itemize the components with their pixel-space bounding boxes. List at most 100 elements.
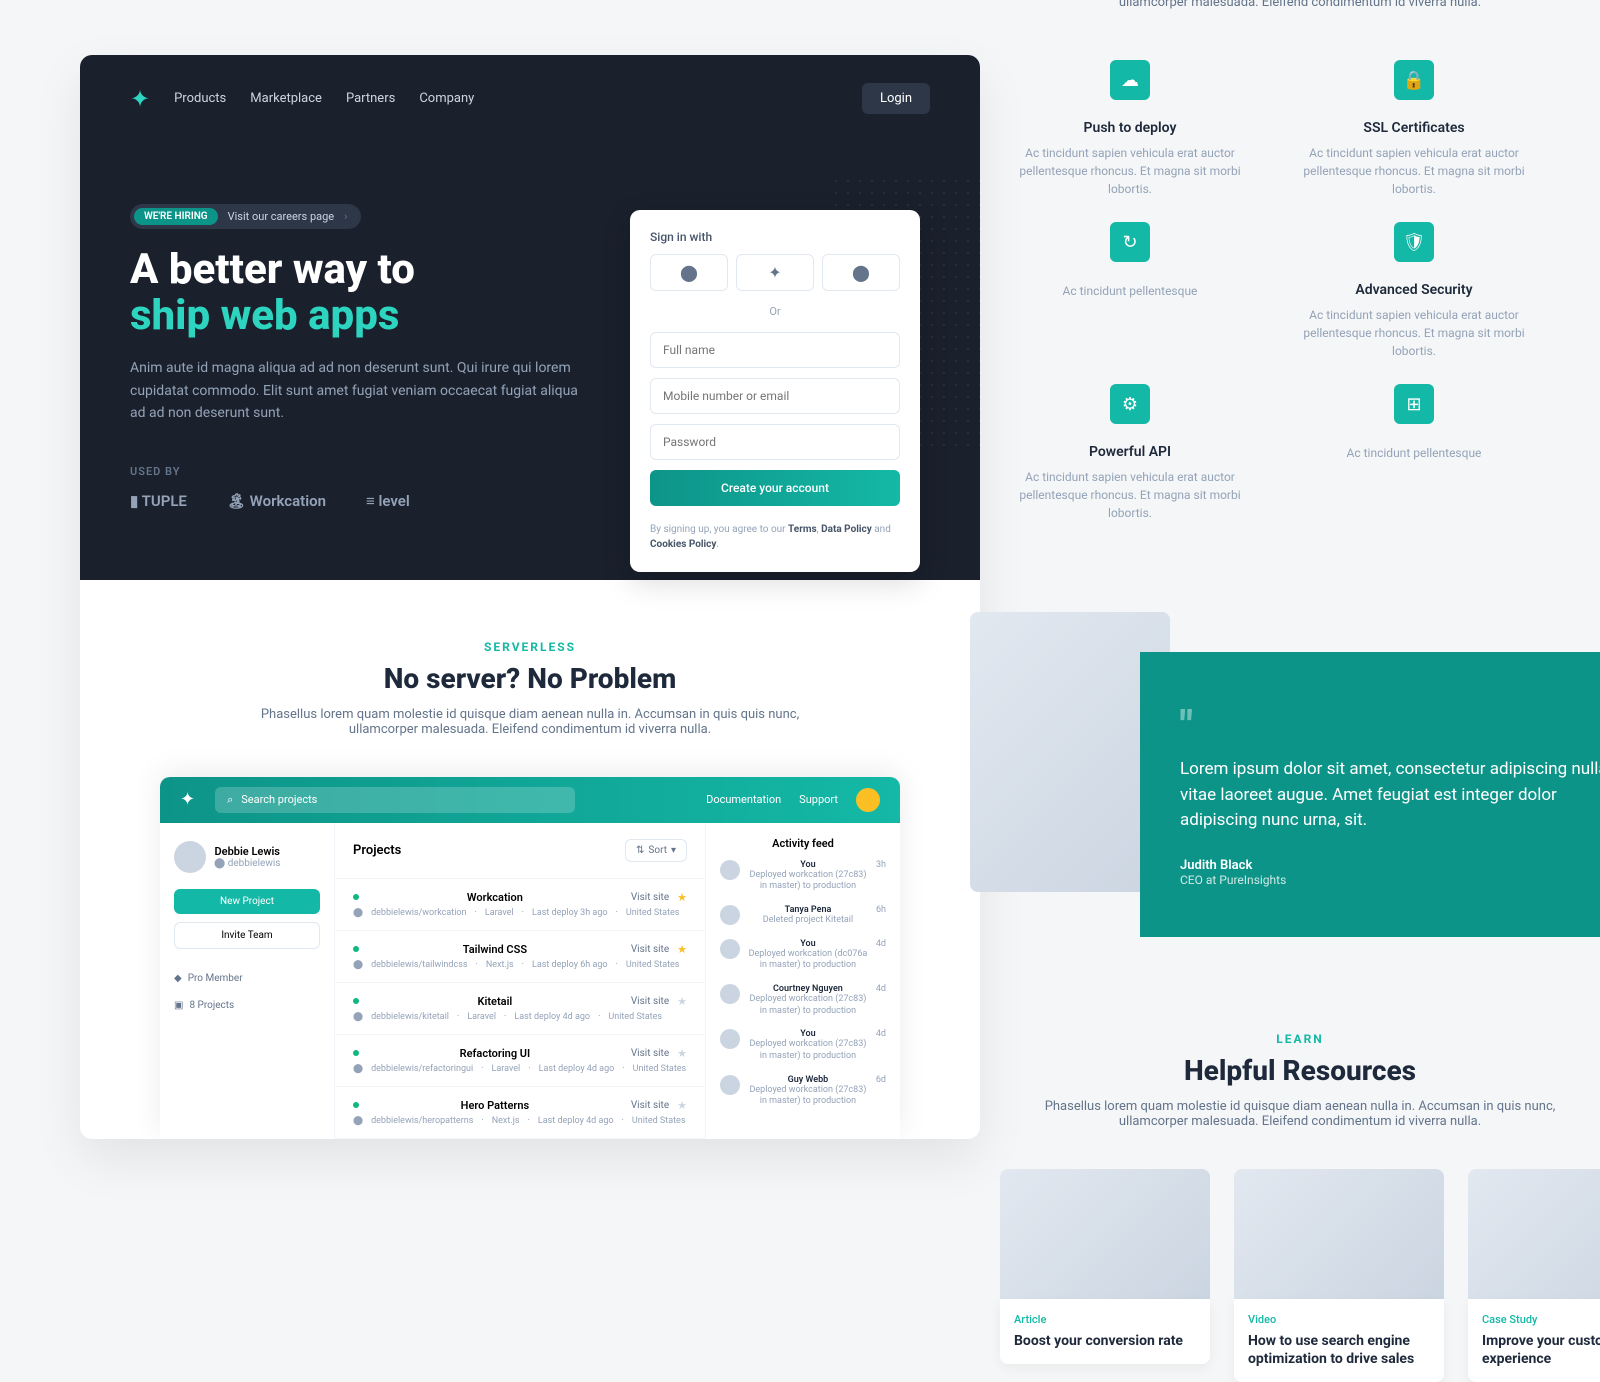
project-row[interactable]: Tailwind CSS Visit site ★ ⬤ debbielewis/… xyxy=(335,931,705,983)
projects-count-link[interactable]: ▣8 Projects xyxy=(174,1000,320,1011)
search-input[interactable]: ⌕ Search projects xyxy=(215,787,575,813)
project-row[interactable]: Workcation Visit site ★ ⬤ debbielewis/wo… xyxy=(335,879,705,931)
star-icon[interactable]: ★ xyxy=(677,891,687,904)
create-account-button[interactable]: Create your account xyxy=(650,470,900,506)
framework-label: Laravel xyxy=(485,908,514,918)
nav-company[interactable]: Company xyxy=(419,91,474,106)
feature-description: Ac tincidunt sapien vehicula erat auctor… xyxy=(1000,144,1260,198)
feed-description: Deployed workcation (27c83) in master) t… xyxy=(748,870,868,893)
feed-avatar xyxy=(720,939,740,959)
dashboard-logo-icon: ✦ xyxy=(180,789,195,810)
badge-icon: ◆ xyxy=(174,973,182,984)
star-icon[interactable]: ★ xyxy=(677,995,687,1008)
partner-logos: ▮ TUPLE 🏝 Workcation ≡ level xyxy=(130,492,580,510)
top-nav: ✦ Products Marketplace Partners Company … xyxy=(130,83,930,114)
feed-description: Deployed workcation (dc076a in master) t… xyxy=(748,949,868,972)
feature-icon: ⊞ xyxy=(1394,384,1434,424)
twitter-button[interactable]: ✦ xyxy=(736,254,814,291)
deploy-time: Last deploy 4d ago xyxy=(538,1116,614,1126)
feed-avatar xyxy=(720,1075,740,1095)
feed-avatar xyxy=(720,905,740,925)
feature-description: Ac tincidunt pellentesque xyxy=(1284,444,1544,462)
visit-site-link[interactable]: Visit site xyxy=(631,944,669,955)
fullname-input[interactable] xyxy=(650,332,900,368)
region-label: United States xyxy=(608,1012,662,1022)
nav-marketplace[interactable]: Marketplace xyxy=(250,91,322,106)
feed-time: 4d xyxy=(876,939,886,972)
star-icon[interactable]: ★ xyxy=(677,1099,687,1112)
github-icon: ⬤ xyxy=(214,858,225,869)
feed-description: Deployed workcation (27c83) in master) t… xyxy=(748,994,868,1017)
visit-site-link[interactable]: Visit site xyxy=(631,892,669,903)
feed-avatar xyxy=(720,984,740,1004)
sort-button[interactable]: ⇅ Sort ▾ xyxy=(625,839,687,862)
support-link[interactable]: Support xyxy=(799,793,838,806)
feature-title: Advanced Security xyxy=(1284,282,1544,298)
data-policy-link[interactable]: Data Policy xyxy=(821,524,872,535)
resource-tag: Article xyxy=(1014,1313,1196,1326)
visit-site-link[interactable]: Visit site xyxy=(631,996,669,1007)
feature-icon: 🛡 xyxy=(1394,222,1434,262)
feature-card: ⊞ Ac tincidunt pellentesque xyxy=(1284,384,1544,522)
hero-subtitle: Anim aute id magna aliqua ad ad non dese… xyxy=(130,357,580,424)
resource-image xyxy=(1234,1169,1444,1299)
nav-products[interactable]: Products xyxy=(174,91,226,106)
or-divider: Or xyxy=(650,305,900,318)
star-icon[interactable]: ★ xyxy=(677,943,687,956)
framework-label: Laravel xyxy=(492,1064,521,1074)
hiring-pill[interactable]: WE'RE HIRING Visit our careers page › xyxy=(130,204,361,229)
project-name: Workcation xyxy=(367,891,623,904)
feature-icon: ☁ xyxy=(1110,60,1150,100)
project-row[interactable]: Kitetail Visit site ★ ⬤ debbielewis/kite… xyxy=(335,983,705,1035)
project-name: Hero Patterns xyxy=(367,1099,623,1112)
feed-item: Tanya Pena Deleted project Kitetail 6h xyxy=(720,905,886,927)
dashboard-preview: ✦ ⌕ Search projects Documentation Suppor… xyxy=(160,777,900,1139)
feature-card: ☁ Push to deploy Ac tincidunt sapien veh… xyxy=(1000,60,1260,198)
github-icon: ⬤ xyxy=(353,1012,363,1022)
facebook-button[interactable]: ⬤ xyxy=(650,254,728,291)
used-by-label: USED BY xyxy=(130,465,580,478)
invite-team-button[interactable]: Invite Team xyxy=(174,922,320,949)
feed-user: Tanya Pena xyxy=(748,905,868,915)
quote-author: Judith Black xyxy=(1180,858,1600,873)
project-row[interactable]: Hero Patterns Visit site ★ ⬤ debbielewis… xyxy=(335,1087,705,1139)
new-project-button[interactable]: New Project xyxy=(174,889,320,914)
resource-card[interactable]: Case Study Improve your customer experie… xyxy=(1468,1169,1600,1382)
feed-time: 6d xyxy=(876,1075,886,1108)
nav-partners[interactable]: Partners xyxy=(346,91,395,106)
cookies-link[interactable]: Cookies Policy xyxy=(650,539,716,550)
feed-time: 4d xyxy=(876,1029,886,1062)
feed-avatar xyxy=(720,1029,740,1049)
resource-card[interactable]: Article Boost your conversion rate xyxy=(1000,1169,1210,1382)
star-icon[interactable]: ★ xyxy=(677,1047,687,1060)
visit-site-link[interactable]: Visit site xyxy=(631,1048,669,1059)
resources-title: Helpful Resources xyxy=(1000,1054,1600,1087)
projects-title: Projects xyxy=(353,843,401,858)
region-label: United States xyxy=(626,960,680,970)
mobile-email-input[interactable] xyxy=(650,378,900,414)
logo-workcation: 🏝 Workcation xyxy=(227,492,326,510)
feature-description: Ac tincidunt sapien vehicula erat auctor… xyxy=(1284,144,1544,198)
user-avatar[interactable] xyxy=(856,788,880,812)
resource-card[interactable]: Video How to use search engine optimizat… xyxy=(1234,1169,1444,1382)
resource-title: Boost your conversion rate xyxy=(1014,1332,1196,1350)
password-input[interactable] xyxy=(650,424,900,460)
terms-link[interactable]: Terms xyxy=(788,524,817,535)
visit-site-link[interactable]: Visit site xyxy=(631,1100,669,1111)
hero-title: A better way to ship web apps xyxy=(130,247,580,339)
feature-card: 🔒 SSL Certificates Ac tincidunt sapien v… xyxy=(1284,60,1544,198)
quote-role: CEO at PureInsights xyxy=(1180,873,1600,887)
pro-member-link[interactable]: ◆Pro Member xyxy=(174,973,320,984)
sidebar-avatar xyxy=(174,841,206,873)
feed-user: Courtney Nguyen xyxy=(748,984,868,994)
resource-tag: Case Study xyxy=(1482,1313,1600,1326)
quote-text: Lorem ipsum dolor sit amet, consectetur … xyxy=(1180,757,1600,834)
testimonial-card: " Lorem ipsum dolor sit amet, consectetu… xyxy=(1140,652,1600,937)
project-name: Tailwind CSS xyxy=(367,943,623,956)
project-row[interactable]: Refactoring UI Visit site ★ ⬤ debbielewi… xyxy=(335,1035,705,1087)
github-button[interactable]: ⬤ xyxy=(822,254,900,291)
logo-icon: ✦ xyxy=(130,85,150,113)
folder-icon: ▣ xyxy=(174,1000,183,1011)
docs-link[interactable]: Documentation xyxy=(706,793,781,806)
login-button[interactable]: Login xyxy=(862,83,930,114)
